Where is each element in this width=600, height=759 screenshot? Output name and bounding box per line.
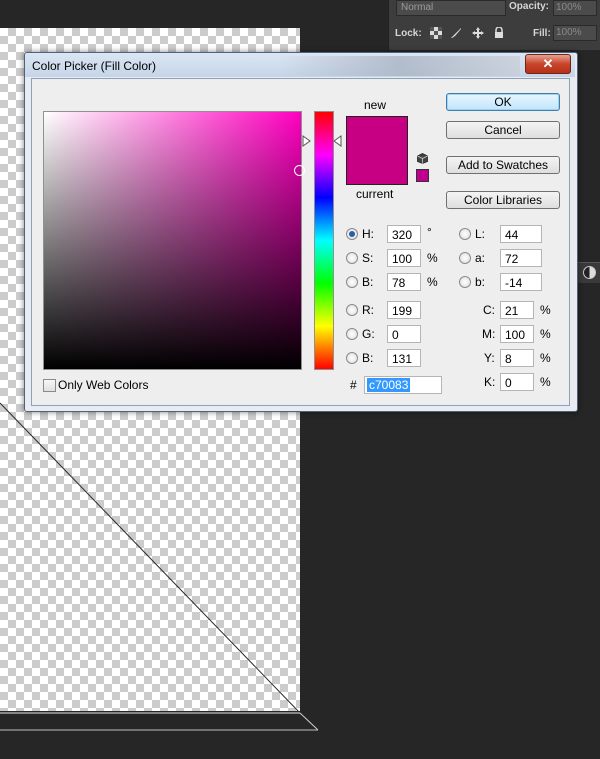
brightness-label: B: bbox=[362, 275, 374, 289]
brightness-radio[interactable] bbox=[346, 276, 358, 288]
ok-button[interactable]: OK bbox=[446, 93, 560, 111]
hue-unit: ° bbox=[427, 225, 432, 239]
adjustment-layer-icon[interactable] bbox=[583, 266, 596, 279]
color-libraries-button[interactable]: Color Libraries bbox=[446, 191, 560, 209]
lightness-label: L: bbox=[475, 227, 486, 241]
red-radio[interactable] bbox=[346, 304, 358, 316]
brightness-input[interactable]: 78 bbox=[387, 273, 421, 291]
dialog-title: Color Picker (Fill Color) bbox=[32, 59, 157, 73]
saturation-unit: % bbox=[427, 251, 438, 265]
black-input[interactable]: 0 bbox=[500, 373, 534, 391]
hex-value-selected[interactable]: c70083 bbox=[367, 378, 411, 392]
hue-input[interactable]: 320 bbox=[387, 225, 421, 243]
a-channel-radio[interactable] bbox=[459, 252, 471, 264]
only-web-colors-checkbox[interactable] bbox=[43, 379, 56, 392]
cyan-unit: % bbox=[540, 303, 551, 317]
title-bar-glass bbox=[280, 56, 520, 76]
cyan-label: C: bbox=[483, 303, 495, 317]
current-color-label: current bbox=[356, 187, 394, 201]
workspace-background bbox=[0, 711, 300, 759]
yellow-input[interactable]: 8 bbox=[500, 349, 534, 367]
cyan-input[interactable]: 21 bbox=[500, 301, 534, 319]
green-radio[interactable] bbox=[346, 328, 358, 340]
checker-lock-icon[interactable] bbox=[430, 27, 442, 39]
move-lock-icon[interactable] bbox=[472, 27, 484, 39]
hue-slider-left-arrow-icon[interactable] bbox=[302, 135, 311, 147]
b-channel-label: b: bbox=[475, 275, 486, 289]
web-safe-color-swatch[interactable] bbox=[416, 169, 429, 182]
b-channel-input[interactable]: -14 bbox=[500, 273, 542, 291]
hue-slider[interactable] bbox=[314, 111, 334, 370]
lightness-input[interactable]: 44 bbox=[500, 225, 542, 243]
black-label: K: bbox=[484, 375, 496, 389]
hex-label: # bbox=[350, 378, 357, 392]
blue-radio[interactable] bbox=[346, 352, 358, 364]
lock-label: Lock: bbox=[395, 28, 422, 39]
saturation-label: S: bbox=[362, 251, 374, 265]
blue-label: B: bbox=[362, 351, 374, 365]
green-label: G: bbox=[362, 327, 375, 341]
hue-slider-right-arrow-icon[interactable] bbox=[333, 135, 342, 147]
saturation-input[interactable]: 100 bbox=[387, 249, 421, 267]
black-unit: % bbox=[540, 375, 551, 389]
color-field-cursor[interactable] bbox=[294, 165, 305, 176]
new-color-swatch bbox=[346, 116, 408, 153]
a-channel-label: a: bbox=[475, 251, 486, 265]
fill-label: Fill: bbox=[533, 28, 551, 39]
yellow-label: Y: bbox=[484, 351, 495, 365]
magenta-unit: % bbox=[540, 327, 551, 341]
web-safe-cube-icon[interactable] bbox=[417, 153, 428, 164]
hue-label: H: bbox=[362, 227, 374, 241]
current-color-swatch[interactable] bbox=[346, 152, 408, 185]
opacity-input[interactable]: 100% bbox=[553, 0, 597, 16]
saturation-radio[interactable] bbox=[346, 252, 358, 264]
only-web-colors-label: Only Web Colors bbox=[58, 378, 149, 392]
fill-input[interactable]: 100% bbox=[553, 25, 597, 41]
b-channel-radio[interactable] bbox=[459, 276, 471, 288]
saturation-brightness-field[interactable] bbox=[43, 111, 302, 370]
close-button[interactable]: ✕ bbox=[525, 54, 571, 74]
brightness-unit: % bbox=[427, 275, 438, 289]
red-label: R: bbox=[362, 303, 374, 317]
green-input[interactable]: 0 bbox=[387, 325, 421, 343]
blend-mode-select[interactable]: Normal bbox=[396, 0, 506, 16]
yellow-unit: % bbox=[540, 351, 551, 365]
blue-input[interactable]: 131 bbox=[387, 349, 421, 367]
cancel-button[interactable]: Cancel bbox=[446, 121, 560, 139]
a-channel-input[interactable]: 72 bbox=[500, 249, 542, 267]
add-to-swatches-button[interactable]: Add to Swatches bbox=[446, 156, 560, 174]
padlock-icon[interactable] bbox=[493, 26, 505, 39]
opacity-label: Opacity: bbox=[509, 1, 550, 12]
lightness-radio[interactable] bbox=[459, 228, 471, 240]
hue-radio[interactable] bbox=[346, 228, 358, 240]
brush-lock-icon[interactable] bbox=[450, 27, 462, 39]
new-color-label: new bbox=[364, 98, 387, 112]
red-input[interactable]: 199 bbox=[387, 301, 421, 319]
magenta-label: M: bbox=[482, 327, 496, 341]
magenta-input[interactable]: 100 bbox=[500, 325, 534, 343]
